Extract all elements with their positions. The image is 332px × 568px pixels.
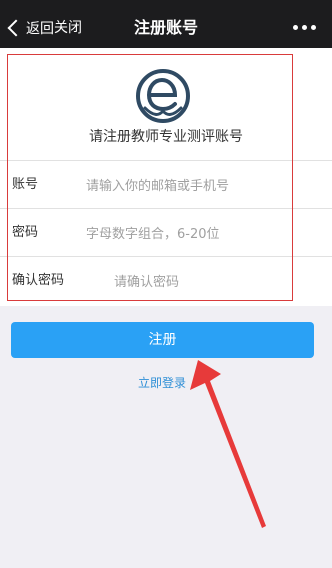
password-input[interactable]: [84, 219, 308, 249]
page-title: 注册账号: [133, 18, 198, 37]
confirm-password-label: 确认密码: [12, 273, 65, 288]
more-dots-icon[interactable]: [293, 25, 316, 30]
confirm-password-row: 确认密码: [0, 256, 332, 306]
register-button[interactable]: 注册: [11, 322, 314, 358]
confirm-password-input[interactable]: [112, 267, 306, 297]
account-label: 账号: [12, 177, 39, 192]
password-row: 密码: [0, 208, 332, 256]
e-logo-icon: [136, 69, 190, 123]
password-label: 密码: [12, 225, 39, 240]
login-link[interactable]: 立即登录: [0, 374, 324, 392]
account-row: 账号: [0, 160, 332, 208]
nav-bar: 返回 关闭 注册账号: [0, 6, 332, 48]
account-input[interactable]: [84, 171, 308, 201]
form-subtitle: 请注册教师专业测评账号: [89, 129, 243, 145]
